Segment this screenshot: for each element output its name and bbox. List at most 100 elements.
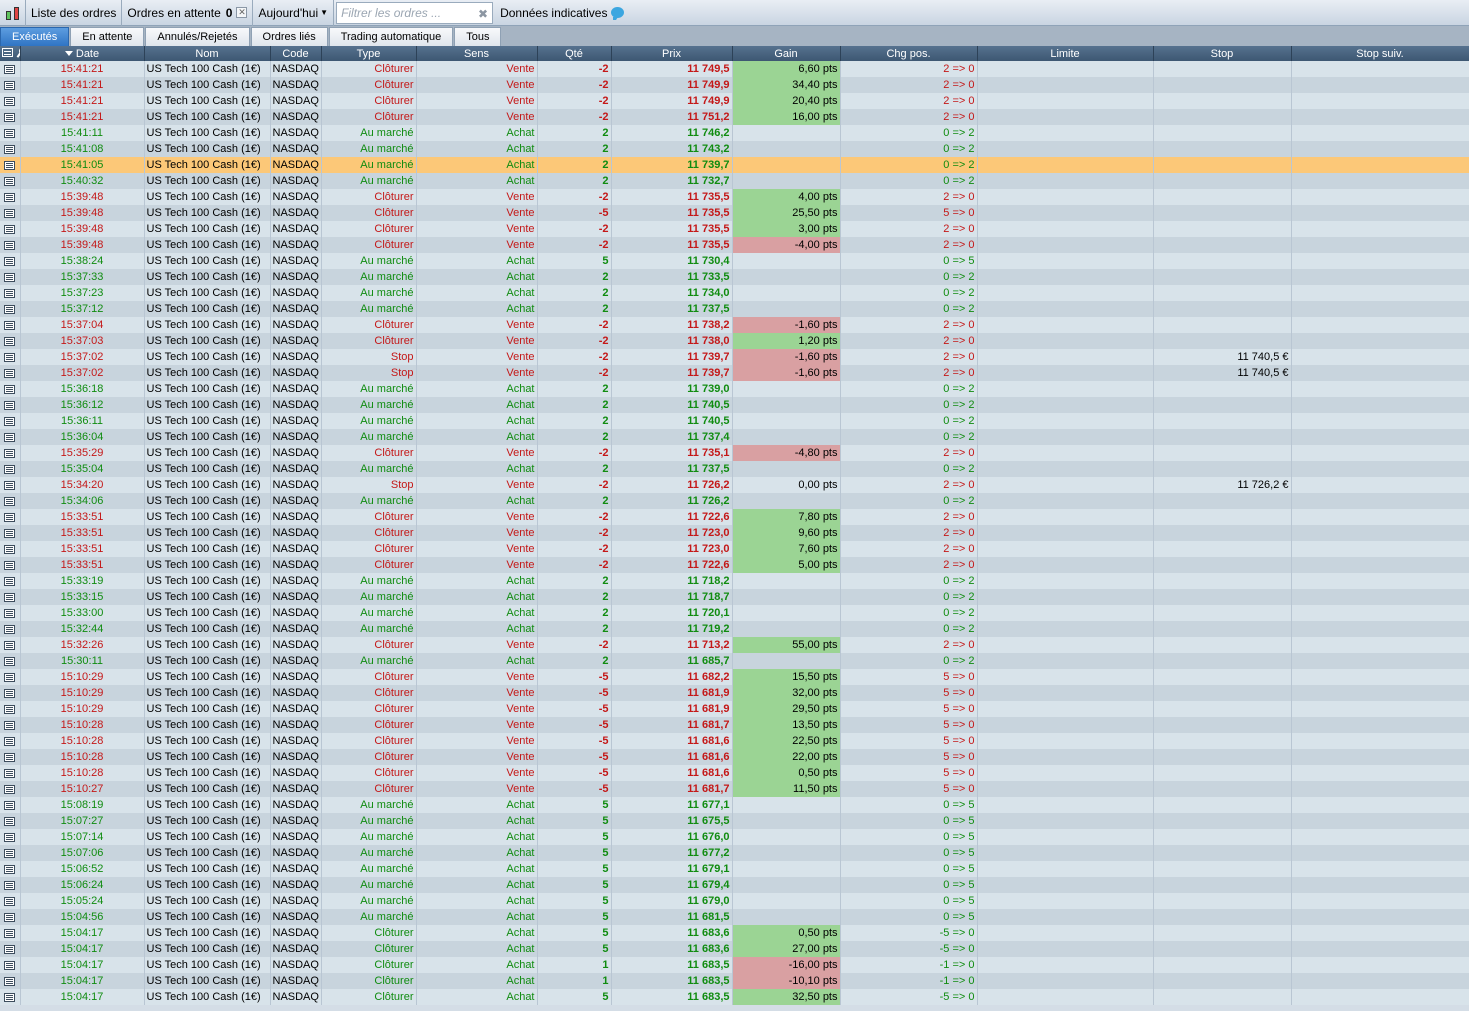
- table-row[interactable]: 15:10:28 US Tech 100 Cash (1€) NASDAQ Clôtu…: [0, 749, 1469, 765]
- tab-all[interactable]: Tous: [454, 27, 502, 46]
- clear-icon[interactable]: ✖: [478, 7, 488, 21]
- detail-icon[interactable]: [4, 944, 16, 954]
- detail-icon[interactable]: [4, 112, 16, 122]
- detail-icon[interactable]: [4, 976, 16, 986]
- table-row[interactable]: 15:10:28 US Tech 100 Cash (1€) NASDAQ Clôtu…: [0, 717, 1469, 733]
- table-row[interactable]: 15:37:03 US Tech 100 Cash (1€) NASDAQ Clôtu…: [0, 333, 1469, 349]
- detail-icon[interactable]: [4, 848, 16, 858]
- table-row[interactable]: 15:37:02 US Tech 100 Cash (1€) NASDAQ Stop V…: [0, 349, 1469, 365]
- table-row[interactable]: 15:39:48 US Tech 100 Cash (1€) NASDAQ Clôtu…: [0, 237, 1469, 253]
- detail-icon[interactable]: [4, 336, 16, 346]
- table-row[interactable]: 15:10:29 US Tech 100 Cash (1€) NASDAQ Clôtu…: [0, 701, 1469, 717]
- header-next-stop[interactable]: Stop suiv.: [1291, 46, 1469, 61]
- detail-icon[interactable]: [4, 656, 16, 666]
- table-row[interactable]: 15:33:15 US Tech 100 Cash (1€) NASDAQ Au ma…: [0, 589, 1469, 605]
- header-pos-change[interactable]: Chg pos.: [840, 46, 978, 61]
- speech-bubble-icon[interactable]: [611, 7, 625, 20]
- detail-icon[interactable]: [4, 608, 16, 618]
- detail-icon[interactable]: [4, 240, 16, 250]
- table-row[interactable]: 15:41:11 US Tech 100 Cash (1€) NASDAQ Au ma…: [0, 125, 1469, 141]
- table-row[interactable]: 15:06:24 US Tech 100 Cash (1€) NASDAQ Au ma…: [0, 877, 1469, 893]
- header-code[interactable]: Code: [270, 46, 322, 61]
- table-row[interactable]: 15:33:51 US Tech 100 Cash (1€) NASDAQ Clôtu…: [0, 541, 1469, 557]
- detail-icon[interactable]: [4, 576, 16, 586]
- chart-icon[interactable]: [0, 0, 26, 26]
- detail-icon[interactable]: [4, 304, 16, 314]
- filter-field[interactable]: ✖: [336, 1, 494, 24]
- detail-icon[interactable]: [4, 720, 16, 730]
- detail-icon[interactable]: [4, 160, 16, 170]
- detail-icon[interactable]: [4, 864, 16, 874]
- detail-icon[interactable]: [4, 256, 16, 266]
- period-dropdown[interactable]: Aujourd'hui ▼: [253, 0, 335, 26]
- table-row[interactable]: 15:40:32 US Tech 100 Cash (1€) NASDAQ Au ma…: [0, 173, 1469, 189]
- table-row[interactable]: 15:07:14 US Tech 100 Cash (1€) NASDAQ Au ma…: [0, 829, 1469, 845]
- table-row[interactable]: 15:10:29 US Tech 100 Cash (1€) NASDAQ Clôtu…: [0, 685, 1469, 701]
- close-icon[interactable]: ✕: [236, 7, 248, 18]
- detail-icon[interactable]: [4, 960, 16, 970]
- header-date[interactable]: Date: [20, 46, 145, 61]
- detail-icon[interactable]: [4, 320, 16, 330]
- table-row[interactable]: 15:41:08 US Tech 100 Cash (1€) NASDAQ Au ma…: [0, 141, 1469, 157]
- table-row[interactable]: 15:39:48 US Tech 100 Cash (1€) NASDAQ Clôtu…: [0, 221, 1469, 237]
- table-row[interactable]: 15:33:51 US Tech 100 Cash (1€) NASDAQ Clôtu…: [0, 557, 1469, 573]
- tab-cancelled-rejected[interactable]: Annulés/Rejetés: [145, 27, 250, 46]
- table-row[interactable]: 15:34:06 US Tech 100 Cash (1€) NASDAQ Au ma…: [0, 493, 1469, 509]
- detail-icon[interactable]: [4, 560, 16, 570]
- table-row[interactable]: 15:10:27 US Tech 100 Cash (1€) NASDAQ Clôtu…: [0, 781, 1469, 797]
- table-row[interactable]: 15:33:51 US Tech 100 Cash (1€) NASDAQ Clôtu…: [0, 525, 1469, 541]
- table-row[interactable]: 15:41:05 US Tech 100 Cash (1€) NASDAQ Au ma…: [0, 157, 1469, 173]
- detail-icon[interactable]: [4, 928, 16, 938]
- detail-icon[interactable]: [4, 784, 16, 794]
- table-row[interactable]: 15:10:29 US Tech 100 Cash (1€) NASDAQ Clôtu…: [0, 669, 1469, 685]
- detail-icon[interactable]: [4, 64, 16, 74]
- detail-icon[interactable]: [4, 768, 16, 778]
- header-qty[interactable]: Qté: [537, 46, 612, 61]
- header-side[interactable]: Sens: [416, 46, 538, 61]
- table-row[interactable]: 15:04:17 US Tech 100 Cash (1€) NASDAQ Clôtu…: [0, 925, 1469, 941]
- detail-icon[interactable]: [4, 880, 16, 890]
- detail-icon[interactable]: [4, 352, 16, 362]
- table-row[interactable]: 15:36:12 US Tech 100 Cash (1€) NASDAQ Au ma…: [0, 397, 1469, 413]
- detail-icon[interactable]: [4, 144, 16, 154]
- detail-icon[interactable]: [4, 368, 16, 378]
- detail-icon[interactable]: [4, 736, 16, 746]
- table-row[interactable]: 15:37:33 US Tech 100 Cash (1€) NASDAQ Au ma…: [0, 269, 1469, 285]
- table-row[interactable]: 15:36:11 US Tech 100 Cash (1€) NASDAQ Au ma…: [0, 413, 1469, 429]
- detail-icon[interactable]: [4, 800, 16, 810]
- header-type[interactable]: Type: [321, 46, 417, 61]
- tab-automatic-trading[interactable]: Trading automatique: [328, 27, 454, 46]
- detail-icon[interactable]: [4, 400, 16, 410]
- table-row[interactable]: 15:35:29 US Tech 100 Cash (1€) NASDAQ Clôtu…: [0, 445, 1469, 461]
- table-row[interactable]: 15:39:48 US Tech 100 Cash (1€) NASDAQ Clôtu…: [0, 189, 1469, 205]
- detail-icon[interactable]: [4, 480, 16, 490]
- table-row[interactable]: 15:41:21 US Tech 100 Cash (1€) NASDAQ Clôtu…: [0, 109, 1469, 125]
- table-row[interactable]: 15:10:28 US Tech 100 Cash (1€) NASDAQ Clôtu…: [0, 733, 1469, 749]
- detail-icon[interactable]: [4, 832, 16, 842]
- detail-icon[interactable]: [4, 672, 16, 682]
- detail-icon[interactable]: [4, 544, 16, 554]
- table-row[interactable]: 15:06:52 US Tech 100 Cash (1€) NASDAQ Au ma…: [0, 861, 1469, 877]
- orders-list-button[interactable]: Liste des ordres: [26, 0, 123, 26]
- table-row[interactable]: 15:07:27 US Tech 100 Cash (1€) NASDAQ Au ma…: [0, 813, 1469, 829]
- table-row[interactable]: 15:05:24 US Tech 100 Cash (1€) NASDAQ Au ma…: [0, 893, 1469, 909]
- table-row[interactable]: 15:04:17 US Tech 100 Cash (1€) NASDAQ Clôtu…: [0, 989, 1469, 1005]
- detail-icon[interactable]: [4, 528, 16, 538]
- table-row[interactable]: 15:37:02 US Tech 100 Cash (1€) NASDAQ Stop V…: [0, 365, 1469, 381]
- table-row[interactable]: 15:04:17 US Tech 100 Cash (1€) NASDAQ Clôtu…: [0, 941, 1469, 957]
- detail-icon[interactable]: [4, 512, 16, 522]
- header-tools[interactable]: [0, 46, 21, 61]
- detail-icon[interactable]: [4, 624, 16, 634]
- header-limit[interactable]: Limite: [977, 46, 1154, 61]
- detail-icon[interactable]: [4, 208, 16, 218]
- table-row[interactable]: 15:07:06 US Tech 100 Cash (1€) NASDAQ Au ma…: [0, 845, 1469, 861]
- detail-icon[interactable]: [4, 992, 16, 1002]
- table-row[interactable]: 15:33:51 US Tech 100 Cash (1€) NASDAQ Clôtu…: [0, 509, 1469, 525]
- detail-icon[interactable]: [4, 384, 16, 394]
- detail-icon[interactable]: [4, 432, 16, 442]
- detail-icon[interactable]: [4, 896, 16, 906]
- tab-pending[interactable]: En attente: [70, 27, 145, 46]
- detail-icon[interactable]: [4, 176, 16, 186]
- table-row[interactable]: 15:37:12 US Tech 100 Cash (1€) NASDAQ Au ma…: [0, 301, 1469, 317]
- header-stop[interactable]: Stop: [1153, 46, 1292, 61]
